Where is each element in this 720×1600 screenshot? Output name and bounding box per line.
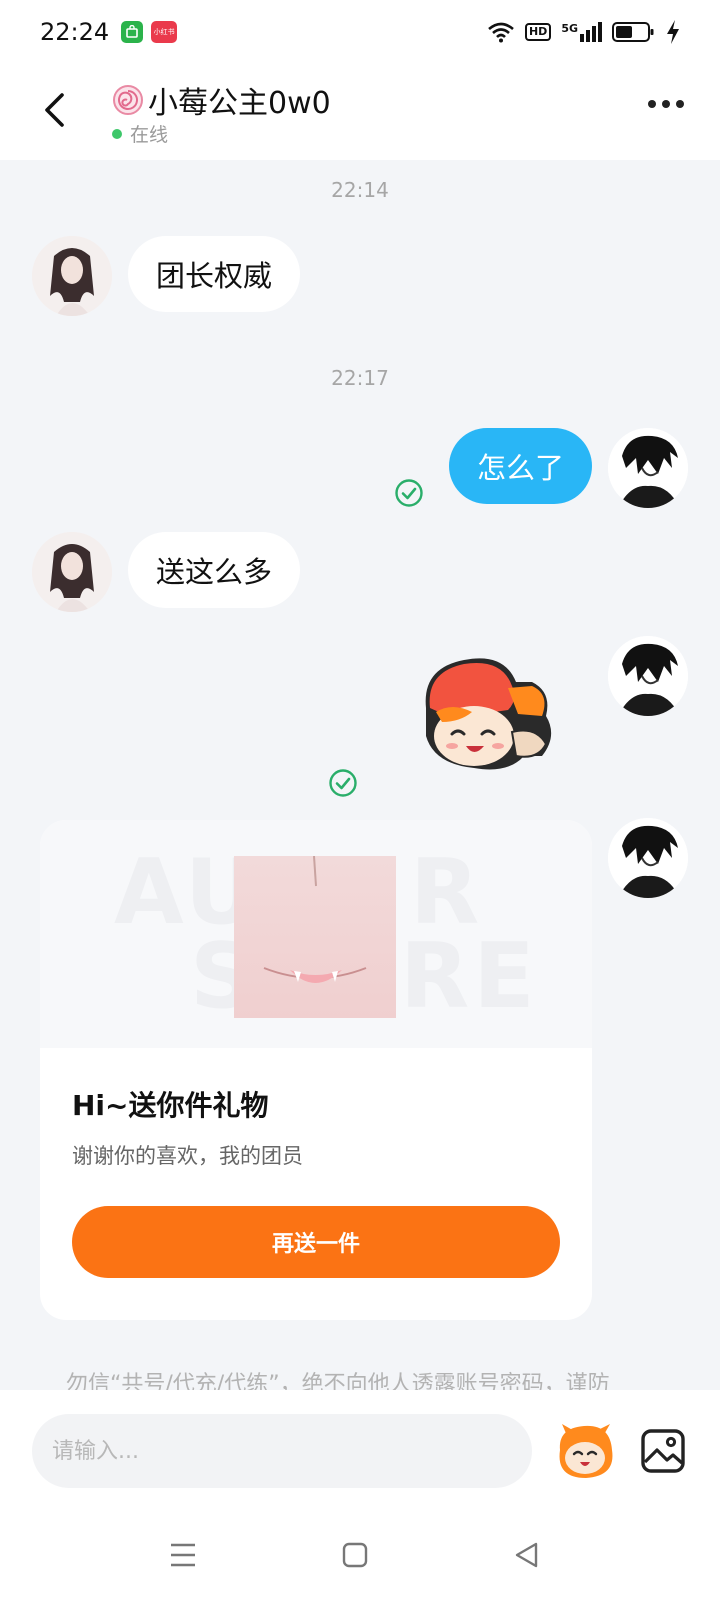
read-check-icon [395,479,423,507]
signal-bars-icon [580,22,602,42]
gift-description: 谢谢你的喜欢，我的团员 [72,1144,303,1168]
online-label: 在线 [130,124,169,146]
wifi-icon [488,22,514,43]
boy-avatar-icon [608,636,688,716]
message-text: 怎么了 [476,451,564,485]
back-button[interactable] [36,86,72,134]
image-picker-button[interactable] [640,1428,686,1474]
chat-title[interactable]: 小莓公主0w0 [112,78,331,122]
hd-badge: HD [524,23,552,41]
my-avatar[interactable] [608,636,688,716]
contact-name: 小莓公主0w0 [148,86,331,121]
cartoon-sticker[interactable] [412,652,562,776]
status-time: 22:24 [40,18,110,46]
battery-icon [612,22,654,42]
message-timestamp: 22:17 [331,366,389,390]
home-nav-button[interactable] [340,1540,370,1570]
contact-avatar[interactable] [32,236,112,316]
girl-avatar-icon [32,532,112,612]
lollipop-icon [113,85,143,115]
message-bubble-outgoing[interactable]: 怎么了 [448,428,592,504]
status-bar: 22:24 小红书 HD 5G [0,0,720,64]
gift-watermark: RE [400,924,539,1029]
message-bubble-incoming[interactable]: 团长权威 [128,236,301,312]
charging-icon [667,20,679,44]
contact-avatar[interactable] [32,532,112,612]
input-bar [0,1390,720,1510]
online-status: 在线 [112,120,168,147]
online-dot [112,128,122,139]
xiaohongshu-icon: 小红书 [151,21,178,43]
back-arrow-icon [45,93,64,127]
boy-avatar-icon [608,428,688,508]
back-nav-button[interactable] [512,1540,542,1570]
gift-image-area: AU R S RE [40,820,592,1048]
boy-avatar-icon [608,818,688,898]
send-again-button[interactable]: 再送一件 [72,1206,560,1278]
more-dots-icon [648,100,656,108]
app-store-icon [121,21,144,43]
message-text: 团长权威 [156,259,273,293]
status-indicators: HD 5G [487,20,680,44]
message-timestamp: 22:14 [331,178,389,202]
more-options-button[interactable] [648,100,684,108]
my-avatar[interactable] [608,428,688,508]
my-avatar[interactable] [608,818,688,898]
message-bubble-incoming[interactable]: 送这么多 [128,532,301,608]
signal-5g: 5G [561,22,602,42]
chat-header: 小莓公主0w0 在线 [0,64,720,160]
system-nav-bar [0,1510,720,1600]
message-text: 送这么多 [156,555,273,589]
message-input[interactable] [32,1414,532,1488]
read-check-icon [329,769,357,797]
gift-item-image [234,855,396,1018]
menu-nav-button[interactable] [168,1540,198,1570]
girl-avatar-icon [32,236,112,316]
gift-card[interactable]: AU R S RE Hi~送你件礼物 谢谢你的喜欢，我的团员 再送一件 [40,820,592,1320]
sticker-picker-button[interactable] [554,1420,616,1482]
gift-title: Hi~送你件礼物 [72,1089,269,1122]
